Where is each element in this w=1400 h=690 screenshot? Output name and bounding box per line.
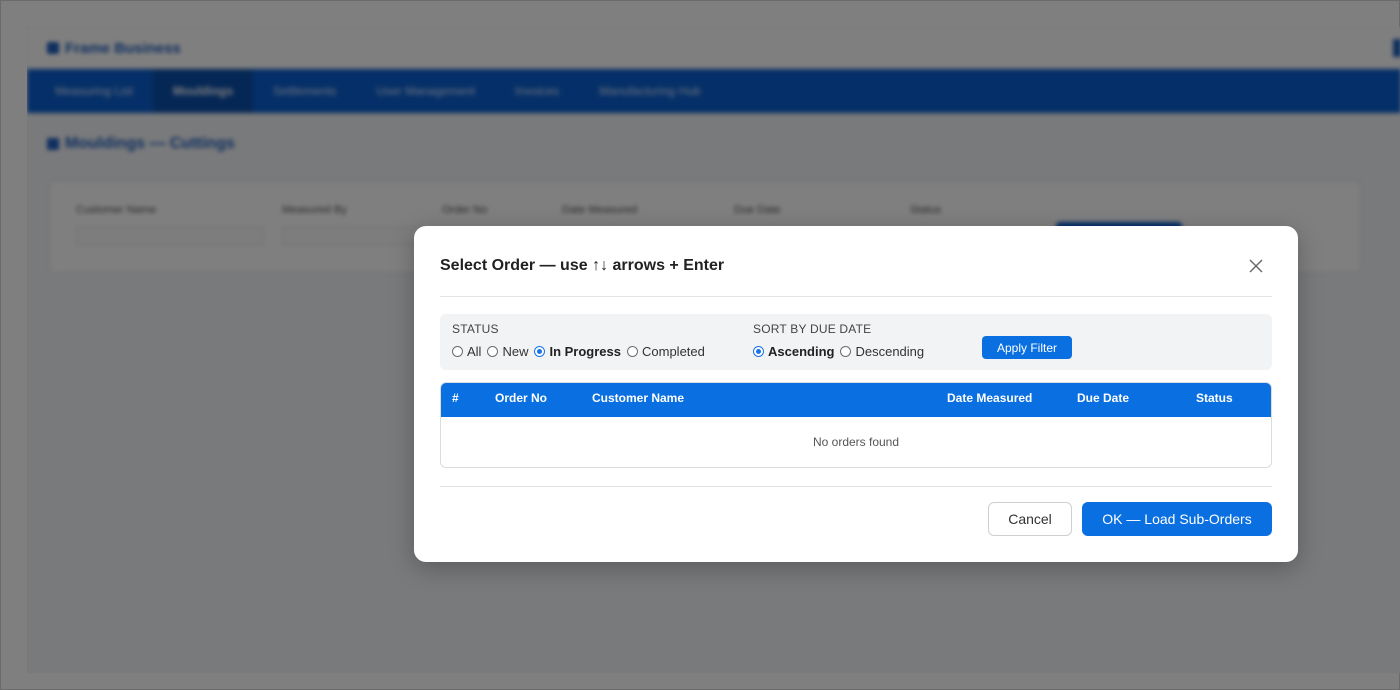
cancel-button[interactable]: Cancel xyxy=(988,502,1072,536)
radio-unchecked-icon xyxy=(840,346,852,357)
status-radio-in-progress[interactable]: In Progress xyxy=(534,344,621,359)
table-header: # Order No Customer Name Date Measured D… xyxy=(441,383,1271,417)
order-filter-bar: STATUS All New In Progress Completed SOR… xyxy=(440,314,1272,370)
column-header-status[interactable]: Status xyxy=(1196,383,1233,413)
status-radio-group: All New In Progress Completed xyxy=(452,344,711,359)
radio-label: Descending xyxy=(855,344,925,359)
sort-radio-ascending[interactable]: Ascending xyxy=(753,344,834,359)
footer-divider xyxy=(440,486,1272,487)
column-header-date-measured[interactable]: Date Measured xyxy=(947,383,1032,413)
radio-label: In Progress xyxy=(549,344,621,359)
sort-radio-descending[interactable]: Descending xyxy=(840,344,924,359)
status-group-label: STATUS xyxy=(452,322,499,336)
radio-label: Ascending xyxy=(768,344,835,359)
column-header-due-date[interactable]: Due Date xyxy=(1077,383,1129,413)
radio-label: Completed xyxy=(642,344,705,359)
modal-header: Select Order — use ↑↓ arrows + Enter xyxy=(440,256,1272,297)
radio-checked-icon xyxy=(753,346,764,357)
close-icon xyxy=(1249,259,1263,273)
ok-load-sub-orders-button[interactable]: OK — Load Sub-Orders xyxy=(1082,502,1272,536)
status-radio-completed[interactable]: Completed xyxy=(627,344,705,359)
column-header-order-no[interactable]: Order No xyxy=(495,383,547,413)
orders-table: # Order No Customer Name Date Measured D… xyxy=(440,382,1272,468)
column-header-customer-name[interactable]: Customer Name xyxy=(592,383,684,413)
sort-group-label: SORT BY DUE DATE xyxy=(753,322,872,336)
status-radio-all[interactable]: All xyxy=(452,344,481,359)
apply-filter-button[interactable]: Apply Filter xyxy=(982,336,1072,359)
radio-label: New xyxy=(502,344,529,359)
radio-label: All xyxy=(467,344,482,359)
close-button[interactable] xyxy=(1246,256,1266,276)
radio-unchecked-icon xyxy=(487,346,499,357)
status-radio-new[interactable]: New xyxy=(487,344,528,359)
radio-checked-icon xyxy=(534,346,546,357)
table-body: No orders found xyxy=(441,417,1271,467)
radio-unchecked-icon xyxy=(452,346,463,357)
column-header-index[interactable]: # xyxy=(452,383,459,413)
radio-unchecked-icon xyxy=(627,346,638,357)
modal-title: Select Order — use ↑↓ arrows + Enter xyxy=(440,257,725,274)
select-order-modal: Select Order — use ↑↓ arrows + Enter STA… xyxy=(414,226,1298,562)
empty-state-text: No orders found xyxy=(812,435,900,449)
sort-radio-group: Ascending Descending xyxy=(753,344,930,359)
